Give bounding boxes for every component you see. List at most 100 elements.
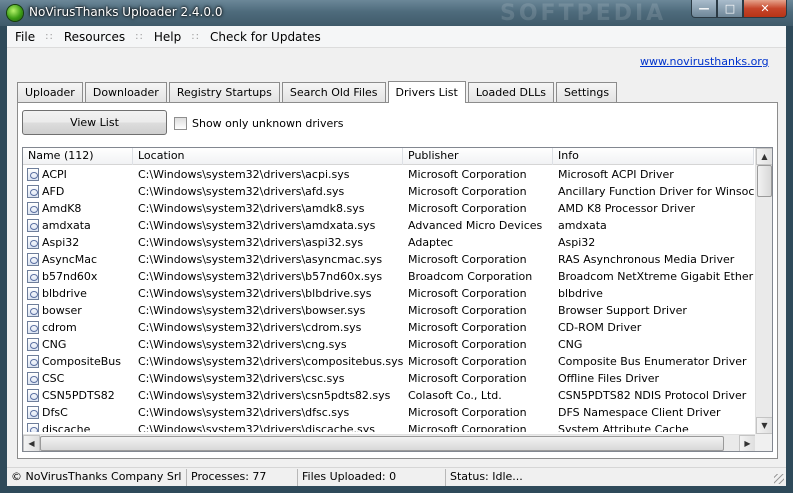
- scroll-down-button[interactable]: ▼: [756, 417, 772, 434]
- cell-location: C:\Windows\system32\drivers\csn5pdts82.s…: [138, 389, 391, 402]
- tab-uploader[interactable]: Uploader: [17, 82, 83, 102]
- cell-publisher: Broadcom Corporation: [408, 270, 533, 283]
- column-header-name[interactable]: Name (112): [23, 148, 133, 165]
- driver-name: discache: [42, 423, 91, 432]
- window-title: NoVirusThanks Uploader 2.4.0.0: [29, 5, 223, 19]
- driver-name: AsyncMac: [42, 253, 98, 266]
- menu-help[interactable]: Help: [150, 30, 185, 44]
- list-item[interactable]: amdxata C:\Windows\system32\drivers\amdxa…: [23, 217, 754, 234]
- maximize-button[interactable]: □: [717, 0, 743, 18]
- cell-info: Microsoft ACPI Driver: [558, 168, 674, 181]
- list-item[interactable]: AmdK8 C:\Windows\system32\drivers\amdk8.s…: [23, 200, 754, 217]
- tab-registry-startups[interactable]: Registry Startups: [168, 82, 280, 102]
- status-copyright: © NoVirusThanks Company Srl: [7, 468, 187, 486]
- list-item[interactable]: bowser C:\Windows\system32\drivers\bowser…: [23, 302, 754, 319]
- driver-file-icon: [27, 168, 39, 181]
- driver-name: blbdrive: [42, 287, 87, 300]
- list-item[interactable]: AFD C:\Windows\system32\drivers\afd.sys Mi…: [23, 183, 754, 200]
- cell-name: AFD: [23, 183, 133, 200]
- list-item[interactable]: CompositeBus C:\Windows\system32\drivers\…: [23, 353, 754, 370]
- cell-publisher: Microsoft Corporation: [408, 253, 527, 266]
- client-area: File :: Resources :: Help :: Check for U…: [7, 26, 786, 486]
- tab-strip: Uploader Downloader Registry Startups Se…: [17, 80, 619, 103]
- close-button[interactable]: ✕: [743, 0, 787, 18]
- scroll-left-button[interactable]: ◀: [23, 435, 40, 451]
- tab-drivers-list[interactable]: Drivers List: [387, 81, 466, 103]
- cell-name: AmdK8: [23, 200, 133, 217]
- column-header-location[interactable]: Location: [133, 148, 403, 165]
- cell-location: C:\Windows\system32\drivers\dfsc.sys: [138, 406, 350, 419]
- cell-name: ACPI: [23, 166, 133, 183]
- driver-name: cdrom: [42, 321, 77, 334]
- cell-name: cdrom: [23, 319, 133, 336]
- list-item[interactable]: discache C:\Windows\system32\drivers\disc…: [23, 421, 754, 432]
- driver-name: b57nd60x: [42, 270, 98, 283]
- view-list-button[interactable]: View List: [22, 110, 167, 135]
- status-processes: Processes: 77: [187, 468, 298, 486]
- list-item[interactable]: CSC C:\Windows\system32\drivers\csc.sys Mi…: [23, 370, 754, 387]
- driver-name: CompositeBus: [42, 355, 121, 368]
- cell-name: Aspi32: [23, 234, 133, 251]
- column-header-publisher[interactable]: Publisher: [403, 148, 553, 165]
- list-item[interactable]: Aspi32 C:\Windows\system32\drivers\aspi32…: [23, 234, 754, 251]
- tab-settings[interactable]: Settings: [555, 82, 618, 102]
- driver-name: CSC: [42, 372, 65, 385]
- drivers-list-view[interactable]: Name (112) Location Publisher Info ACPI C…: [22, 147, 773, 452]
- horizontal-scrollbar[interactable]: ◀ ▶: [23, 434, 756, 451]
- cell-info: Browser Support Driver: [558, 304, 687, 317]
- list-item[interactable]: CNG C:\Windows\system32\drivers\cng.sys Mi…: [23, 336, 754, 353]
- list-item[interactable]: ACPI C:\Windows\system32\drivers\acpi.sys…: [23, 166, 754, 183]
- menu-check-updates[interactable]: Check for Updates: [206, 30, 325, 44]
- cell-location: C:\Windows\system32\drivers\aspi32.sys: [138, 236, 364, 249]
- cell-location: C:\Windows\system32\drivers\asyncmac.sys: [138, 253, 383, 266]
- tab-downloader[interactable]: Downloader: [84, 82, 167, 102]
- cell-publisher: Microsoft Corporation: [408, 372, 527, 385]
- cell-location: C:\Windows\system32\drivers\discache.sys: [138, 423, 375, 432]
- driver-file-icon: [27, 304, 39, 317]
- list-item[interactable]: cdrom C:\Windows\system32\drivers\cdrom.s…: [23, 319, 754, 336]
- cell-location: C:\Windows\system32\drivers\afd.sys: [138, 185, 345, 198]
- driver-name: AmdK8: [42, 202, 82, 215]
- only-unknown-label[interactable]: Show only unknown drivers: [192, 117, 344, 130]
- column-header-info[interactable]: Info: [553, 148, 754, 165]
- cell-name: bowser: [23, 302, 133, 319]
- cell-publisher: Microsoft Corporation: [408, 168, 527, 181]
- scroll-right-button[interactable]: ▶: [739, 435, 756, 451]
- only-unknown-checkbox[interactable]: [174, 117, 187, 130]
- only-unknown-option[interactable]: Show only unknown drivers: [174, 117, 344, 130]
- driver-file-icon: [27, 423, 39, 432]
- scroll-up-button[interactable]: ▲: [756, 148, 772, 165]
- title-bar[interactable]: NoVirusThanks Uploader 2.4.0.0 SOFTPEDIA…: [0, 0, 793, 26]
- menu-resources[interactable]: Resources: [60, 30, 129, 44]
- cell-location: C:\Windows\system32\drivers\compositebus…: [138, 355, 403, 368]
- driver-file-icon: [27, 406, 39, 419]
- list-item[interactable]: blbdrive C:\Windows\system32\drivers\blbd…: [23, 285, 754, 302]
- list-item[interactable]: b57nd60x C:\Windows\system32\drivers\b57n…: [23, 268, 754, 285]
- cell-publisher: Microsoft Corporation: [408, 185, 527, 198]
- cell-info: CNG: [558, 338, 583, 351]
- cell-publisher: Microsoft Corporation: [408, 423, 527, 432]
- cell-info: blbdrive: [558, 287, 603, 300]
- driver-name: AFD: [42, 185, 65, 198]
- menu-file[interactable]: File: [11, 30, 39, 44]
- driver-file-icon: [27, 338, 39, 351]
- resize-grip[interactable]: [774, 474, 784, 484]
- cell-info: Composite Bus Enumerator Driver: [558, 355, 747, 368]
- cell-location: C:\Windows\system32\drivers\cdrom.sys: [138, 321, 362, 334]
- cell-publisher: Microsoft Corporation: [408, 406, 527, 419]
- list-item[interactable]: DfsC C:\Windows\system32\drivers\dfsc.sys…: [23, 404, 754, 421]
- driver-name: amdxata: [42, 219, 91, 232]
- list-item[interactable]: CSN5PDTS82 C:\Windows\system32\drivers\cs…: [23, 387, 754, 404]
- cell-location: C:\Windows\system32\drivers\bowser.sys: [138, 304, 366, 317]
- tab-search-old-files[interactable]: Search Old Files: [281, 82, 386, 102]
- menu-separator: ::: [191, 31, 200, 42]
- website-link[interactable]: www.novirusthanks.org: [640, 55, 769, 68]
- horizontal-scroll-thumb[interactable]: [40, 436, 724, 451]
- tab-loaded-dlls[interactable]: Loaded DLLs: [467, 82, 554, 102]
- vertical-scrollbar[interactable]: ▲ ▼: [755, 148, 772, 434]
- list-item[interactable]: AsyncMac C:\Windows\system32\drivers\asyn…: [23, 251, 754, 268]
- minimize-button[interactable]: —: [691, 0, 717, 18]
- vertical-scroll-thumb[interactable]: [757, 165, 772, 197]
- list-header: Name (112) Location Publisher Info: [23, 148, 754, 165]
- cell-name: AsyncMac: [23, 251, 133, 268]
